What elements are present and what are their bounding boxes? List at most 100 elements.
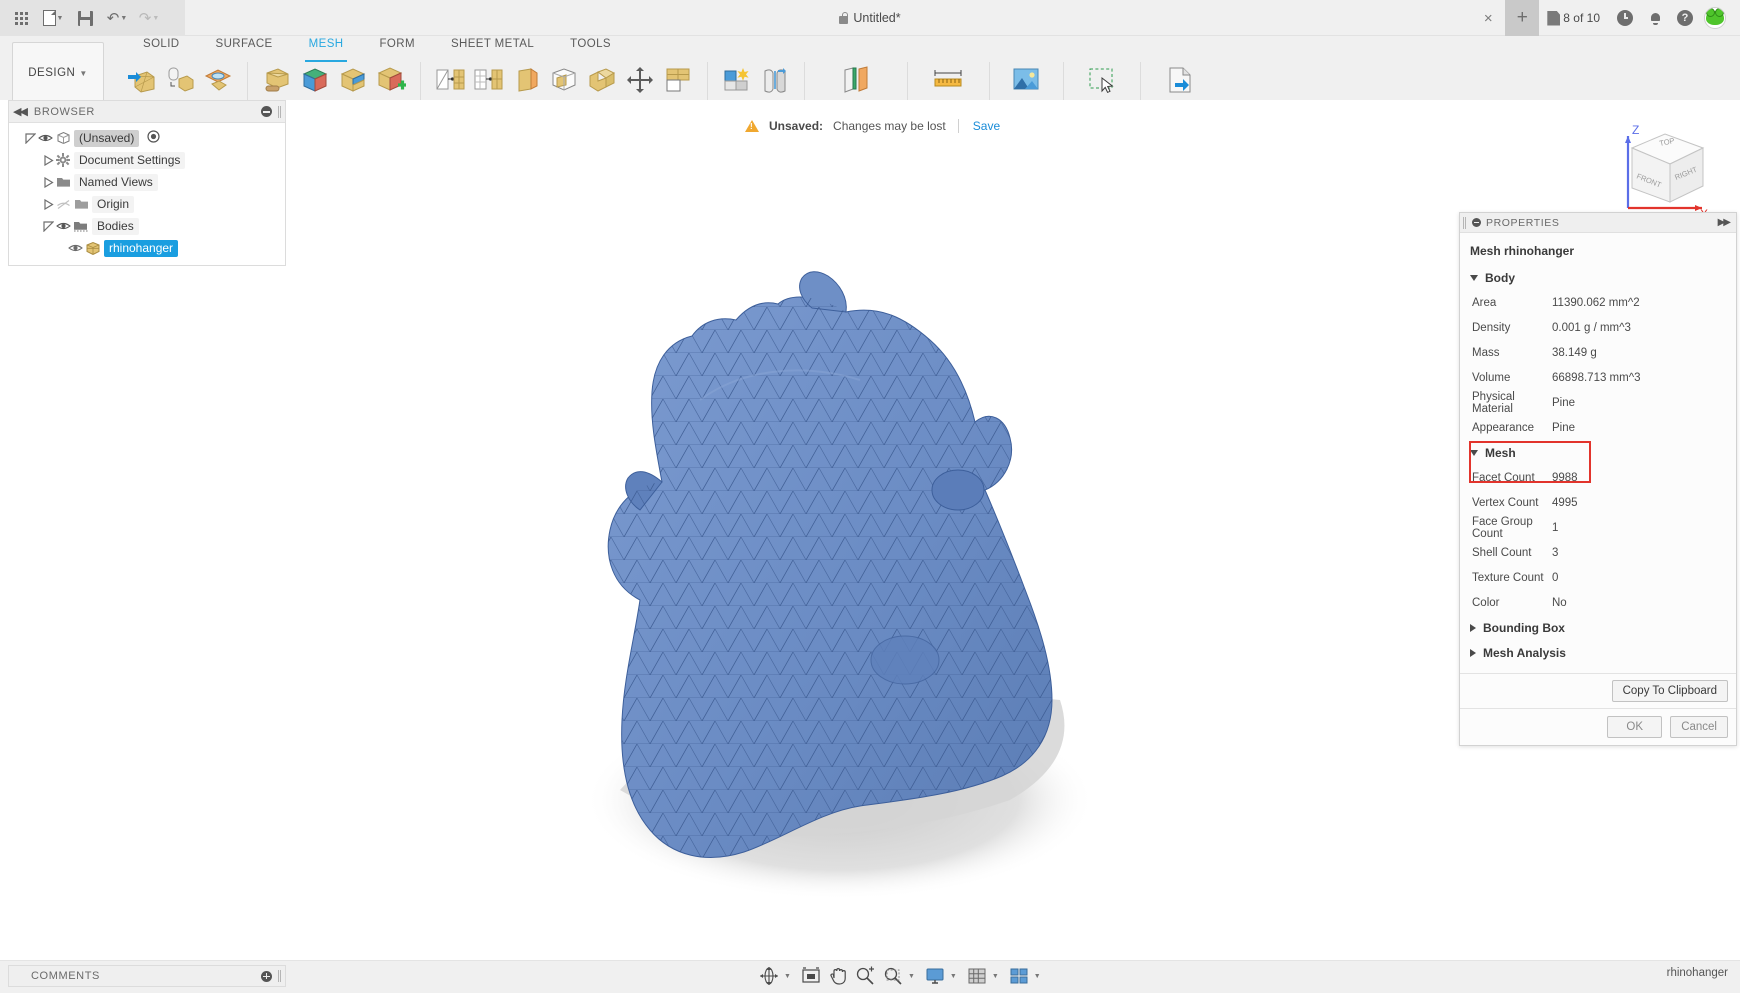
mesh-plane-icon[interactable] [162,60,198,100]
mesh-erase-fill-icon[interactable] [508,60,544,100]
mesh-remesh-icon[interactable] [432,60,468,100]
tab-mesh[interactable]: MESH [291,36,362,58]
tab-tools[interactable]: TOOLS [552,36,629,58]
chevron-down-icon [1470,450,1478,456]
grid-snaps-icon[interactable] [963,963,991,989]
property-row-physical-material: Physical Material Pine [1460,390,1736,415]
tree-item-rhinohanger[interactable]: rhinohanger [9,237,285,259]
expand-right-icon[interactable]: ▶▶ [1718,217,1729,228]
axis-label-z: Z [1632,123,1639,137]
group-label-body: Body [1485,271,1515,285]
close-tab-button[interactable]: × [1471,0,1505,36]
pan-icon[interactable] [825,963,851,989]
move-copy-icon[interactable] [622,60,658,100]
mesh-section-icon[interactable] [200,60,236,100]
group-header-mesh-analysis[interactable]: Mesh Analysis [1460,640,1736,665]
panel-grip[interactable] [1463,217,1466,229]
cancel-button[interactable]: Cancel [1670,716,1728,738]
tab-sheet-metal[interactable]: SHEET METAL [433,36,552,58]
help-icon[interactable]: ? [1670,0,1700,36]
chevron-down-icon[interactable]: ▼ [784,973,791,980]
minimize-icon[interactable] [261,106,272,117]
titlebar-right-controls: × + 8 of 10 ? [1471,0,1740,36]
mesh-create-icon[interactable] [124,60,160,100]
tree-item-named-views[interactable]: Named Views [9,171,285,193]
expand-arrow-right[interactable] [41,199,55,210]
tree-label-bodies: Bodies [92,218,139,235]
clock-icon[interactable] [1610,0,1640,36]
visibility-eye-icon[interactable] [67,243,83,254]
property-key: Density [1460,322,1552,334]
export-icon[interactable] [1159,60,1201,100]
joint-icon[interactable] [757,60,793,100]
credits-text: 8 of 10 [1563,11,1600,25]
chevron-down-icon[interactable]: ▼ [908,973,915,980]
save-link[interactable]: Save [969,119,1000,133]
group-label-mesh-analysis: Mesh Analysis [1483,646,1566,660]
ok-button[interactable]: OK [1607,716,1662,738]
chevron-down-icon[interactable]: ▼ [1034,973,1041,980]
visibility-eye-icon[interactable] [55,221,71,232]
group-header-mesh[interactable]: Mesh [1460,440,1736,465]
properties-header: PROPERTIES ▶▶ [1460,213,1736,233]
visibility-eye-off-icon[interactable] [55,199,71,210]
bell-icon[interactable] [1640,0,1670,36]
display-settings-icon[interactable] [921,963,949,989]
workspace-selector-design[interactable]: DESIGN▼ [12,42,104,104]
property-key: Volume [1460,372,1552,384]
mesh-to-brep-icon[interactable] [546,60,582,100]
view-cube[interactable]: Z X TOP FRONT RIGHT [1610,118,1720,223]
chevron-down-icon [1470,275,1478,281]
expand-arrow-right[interactable] [41,177,55,188]
tree-label-rhinohanger: rhinohanger [104,240,178,257]
tree-item-bodies[interactable]: Bodies [9,215,285,237]
zoom-window-icon[interactable] [879,963,907,989]
minimize-icon[interactable] [1472,218,1481,227]
mesh-prepare-icon[interactable] [259,60,295,100]
offset-plane-icon[interactable] [835,60,877,100]
insert-image-icon[interactable] [1005,60,1047,100]
tree-item-document-settings[interactable]: Document Settings [9,149,285,171]
fit-icon[interactable] [797,963,825,989]
activate-radio-icon[interactable] [147,130,160,146]
tree-item-origin[interactable]: Origin [9,193,285,215]
viewport-canvas[interactable]: Unsaved: Changes may be lost Save Z X TO… [0,100,1740,960]
tree-item-unsaved[interactable]: (Unsaved) [9,127,285,149]
zoom-icon[interactable] [851,963,879,989]
visibility-eye-icon[interactable] [37,133,53,144]
resize-grip[interactable] [278,106,281,118]
comments-panel[interactable]: COMMENTS [8,965,286,987]
expand-arrow-down[interactable] [41,221,55,232]
collapse-left-icon[interactable]: ◀◀ [13,105,26,118]
property-row-appearance: Appearance Pine [1460,415,1736,440]
new-tab-button[interactable]: + [1505,0,1539,36]
chevron-down-icon[interactable]: ▼ [950,973,957,980]
user-avatar[interactable] [1700,0,1730,36]
add-comment-icon[interactable] [261,971,272,982]
expand-arrow-right[interactable] [41,155,55,166]
group-header-bounding-box[interactable]: Bounding Box [1460,615,1736,640]
properties-copy-footer: Copy To Clipboard [1460,673,1736,708]
mesh-segment-icon[interactable] [297,60,333,100]
mesh-align-icon[interactable] [660,60,696,100]
copy-to-clipboard-button[interactable]: Copy To Clipboard [1612,680,1728,702]
viewports-icon[interactable] [1005,963,1033,989]
mesh-combine-icon[interactable] [584,60,620,100]
new-component-icon[interactable] [719,60,755,100]
expand-arrow-down[interactable] [23,133,37,144]
orbit-icon[interactable] [755,963,783,989]
folder-icon [73,196,89,212]
mesh-merge-icon[interactable] [373,60,409,100]
tab-solid[interactable]: SOLID [125,36,198,58]
property-row-face-group-count: Face Group Count 1 [1460,515,1736,540]
group-header-body[interactable]: Body [1460,265,1736,290]
mesh-plane-cut-icon[interactable] [335,60,371,100]
tab-surface[interactable]: SURFACE [198,36,291,58]
resize-grip[interactable] [278,970,281,982]
chevron-down-icon[interactable]: ▼ [992,973,999,980]
credits-indicator[interactable]: 8 of 10 [1539,11,1610,26]
select-window-icon[interactable] [1081,60,1123,100]
measure-icon[interactable] [927,60,969,100]
tab-form[interactable]: FORM [361,36,432,58]
mesh-reduce-icon[interactable] [470,60,506,100]
